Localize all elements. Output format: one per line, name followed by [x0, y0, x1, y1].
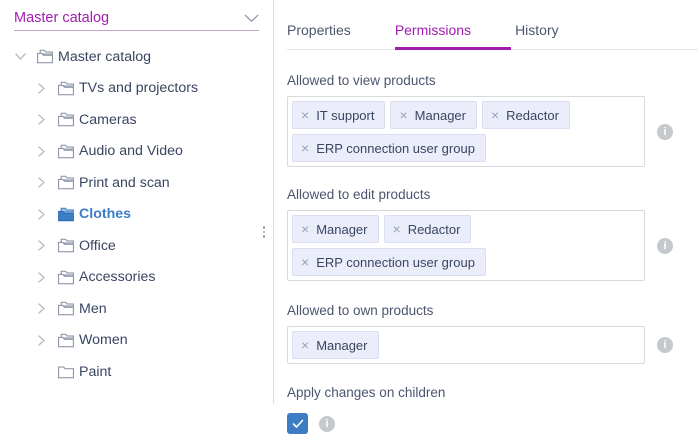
folder-icon — [57, 270, 75, 285]
tree-item-accessories[interactable]: Accessories — [0, 262, 273, 294]
tab-bar: Properties Permissions History — [287, 22, 698, 50]
category-tree: Master catalog TVs and projectors Camera… — [0, 41, 273, 388]
own-products-field: Manager — [287, 326, 698, 364]
category-permissions-screen: Master catalog Master catalog TVs and pr… — [0, 0, 698, 404]
chevron-right-icon[interactable] — [35, 239, 48, 252]
category-tree-panel: Master catalog Master catalog TVs and pr… — [0, 0, 274, 404]
tree-item-cameras[interactable]: Cameras — [0, 104, 273, 136]
group-tag[interactable]: Manager — [292, 215, 379, 243]
folder-icon — [57, 238, 75, 253]
folder-icon — [57, 364, 75, 379]
apply-children-checkbox[interactable] — [287, 413, 308, 434]
group-tag[interactable]: IT support — [292, 101, 385, 129]
chevron-right-icon[interactable] — [35, 82, 48, 95]
checkmark-icon — [292, 419, 304, 429]
folder-icon — [57, 81, 75, 96]
folder-icon — [57, 333, 75, 348]
info-icon[interactable] — [657, 337, 673, 353]
chevron-right-icon[interactable] — [35, 334, 48, 347]
chevron-right-icon[interactable] — [35, 208, 48, 221]
own-products-label: Allowed to own products — [287, 303, 698, 318]
remove-tag-icon[interactable] — [301, 337, 309, 353]
folder-icon — [57, 144, 75, 159]
view-products-label: Allowed to view products — [287, 73, 698, 88]
tab-properties[interactable]: Properties — [287, 22, 391, 50]
chevron-right-icon[interactable] — [35, 302, 48, 315]
folder-icon — [57, 175, 75, 190]
view-products-field: IT support Manager Redactor ERP connecti… — [287, 96, 698, 167]
tree-item-paint[interactable]: Paint — [0, 356, 273, 388]
tab-history[interactable]: History — [515, 22, 599, 50]
catalog-selector[interactable]: Master catalog — [14, 10, 259, 31]
edit-products-tag-input[interactable]: Manager Redactor ERP connection user gro… — [287, 210, 645, 281]
catalog-selector-label: Master catalog — [14, 10, 109, 26]
chevron-down-icon — [244, 14, 259, 23]
folder-open-icon — [57, 207, 75, 222]
tree-item-print-and-scan[interactable]: Print and scan — [0, 167, 273, 199]
group-tag[interactable]: Manager — [292, 331, 379, 359]
tree-item-men[interactable]: Men — [0, 293, 273, 325]
group-tag[interactable]: Manager — [390, 101, 477, 129]
tree-item-audio-and-video[interactable]: Audio and Video — [0, 136, 273, 168]
chevron-right-icon[interactable] — [35, 145, 48, 158]
tree-item-office[interactable]: Office — [0, 230, 273, 262]
group-tag[interactable]: ERP connection user group — [292, 134, 486, 162]
remove-tag-icon[interactable] — [399, 107, 407, 123]
info-icon[interactable] — [657, 124, 673, 140]
apply-children-field — [287, 413, 698, 434]
folder-icon — [57, 112, 75, 127]
view-products-tag-input[interactable]: IT support Manager Redactor ERP connecti… — [287, 96, 645, 167]
tree-item-tvs-and-projectors[interactable]: TVs and projectors — [0, 73, 273, 105]
chevron-right-icon[interactable] — [35, 271, 48, 284]
folder-icon — [36, 49, 54, 64]
tree-item-master-catalog[interactable]: Master catalog — [0, 41, 273, 73]
apply-children-label: Apply changes on children — [287, 385, 698, 400]
group-tag[interactable]: ERP connection user group — [292, 248, 486, 276]
group-tag[interactable]: Redactor — [384, 215, 472, 243]
remove-tag-icon[interactable] — [301, 221, 309, 237]
edit-products-field: Manager Redactor ERP connection user gro… — [287, 210, 698, 281]
remove-tag-icon[interactable] — [393, 221, 401, 237]
folder-icon — [57, 301, 75, 316]
info-icon[interactable] — [319, 416, 335, 432]
chevron-right-icon[interactable] — [35, 176, 48, 189]
remove-tag-icon[interactable] — [491, 107, 499, 123]
remove-tag-icon[interactable] — [301, 140, 309, 156]
edit-products-label: Allowed to edit products — [287, 187, 698, 202]
tree-item-women[interactable]: Women — [0, 325, 273, 357]
tree-item-clothes[interactable]: Clothes — [0, 199, 273, 231]
info-icon[interactable] — [657, 238, 673, 254]
remove-tag-icon[interactable] — [301, 254, 309, 270]
remove-tag-icon[interactable] — [301, 107, 309, 123]
panel-resize-handle[interactable] — [263, 226, 266, 238]
chevron-right-icon[interactable] — [35, 113, 48, 126]
tab-permissions[interactable]: Permissions — [395, 22, 511, 50]
category-edit-panel: Properties Permissions History Allowed t… — [274, 0, 698, 404]
group-tag[interactable]: Redactor — [482, 101, 570, 129]
chevron-down-icon[interactable] — [14, 50, 27, 63]
own-products-tag-input[interactable]: Manager — [287, 326, 645, 364]
